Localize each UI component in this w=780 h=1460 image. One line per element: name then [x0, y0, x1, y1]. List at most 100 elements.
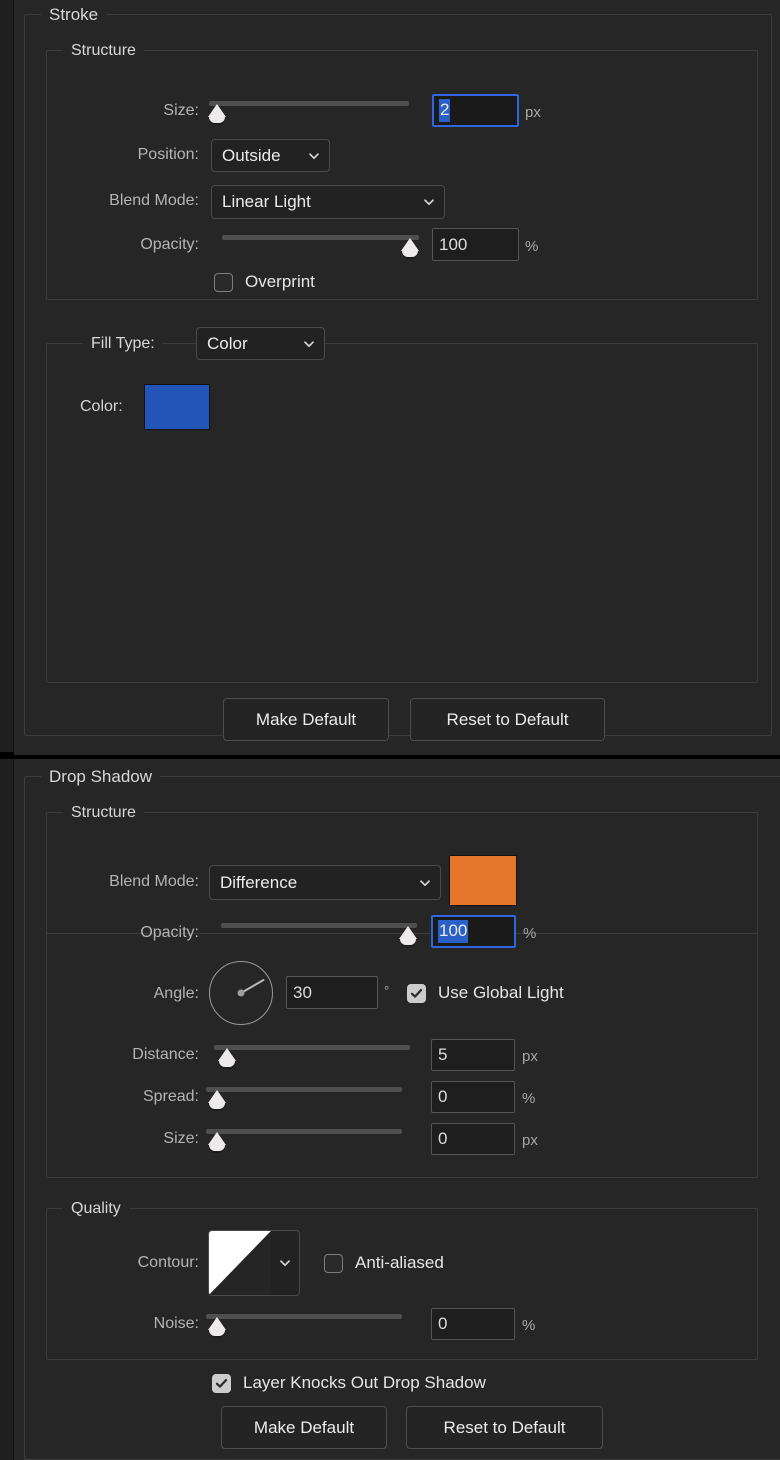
slider-track[interactable]: [206, 1314, 402, 1319]
chevron-down-icon: [418, 876, 432, 890]
stroke-panel: Stroke Structure Size: 2 px Position: Ou…: [14, 0, 780, 755]
ds-spread-input[interactable]: 0: [431, 1081, 515, 1113]
stroke-color-swatch[interactable]: [144, 384, 210, 430]
ds-spread-value: 0: [438, 1087, 448, 1106]
stroke-reset-to-default-button[interactable]: Reset to Default: [410, 698, 605, 741]
ds-opacity-input[interactable]: 100: [431, 915, 516, 948]
ds-blend-mode-value: Difference: [220, 872, 298, 892]
ds-quality-title: Quality: [63, 1198, 129, 1219]
use-global-light-row[interactable]: Use Global Light: [407, 983, 564, 1003]
ds-size-unit: px: [522, 1132, 538, 1149]
chevron-down-icon: [302, 337, 316, 351]
stroke-opacity-value: 100: [439, 234, 468, 254]
ds-distance-value: 5: [438, 1045, 448, 1064]
ds-spread-label: Spread:: [142, 1088, 199, 1105]
stroke-size-value: 2: [439, 99, 451, 122]
stroke-opacity-input[interactable]: 100: [432, 228, 519, 261]
stroke-position-dropdown[interactable]: Outside: [211, 139, 330, 172]
slider-track[interactable]: [209, 101, 409, 106]
stroke-blend-mode-label: Blend Mode:: [109, 192, 199, 209]
contour-preset-dropdown[interactable]: [208, 1230, 300, 1296]
left-gutter-strip: [0, 0, 14, 1460]
slider-track[interactable]: [221, 923, 417, 928]
slider-track[interactable]: [222, 235, 419, 240]
stroke-structure-group: Structure: [46, 40, 758, 300]
ds-noise-slider[interactable]: [206, 1312, 402, 1336]
ds-size-input[interactable]: 0: [431, 1123, 515, 1155]
stroke-color-label: Color:: [80, 398, 123, 415]
ds-distance-label: Distance:: [132, 1046, 199, 1063]
slider-knob[interactable]: [208, 1317, 226, 1336]
stroke-opacity-unit: %: [525, 238, 539, 255]
layer-style-dialog: Stroke Structure Size: 2 px Position: Ou…: [0, 0, 780, 1460]
ds-size-value: 0: [438, 1129, 448, 1148]
fill-type-dropdown[interactable]: Color: [196, 327, 325, 360]
ds-angle-label: Angle:: [153, 985, 199, 1002]
ds-angle-unit: °: [384, 983, 390, 998]
stroke-size-label: Size:: [163, 102, 199, 119]
stroke-opacity-slider[interactable]: [222, 233, 419, 257]
ds-size-label: Size:: [163, 1130, 199, 1147]
anti-aliased-row[interactable]: Anti-aliased: [324, 1253, 444, 1273]
stroke-blend-mode-dropdown[interactable]: Linear Light: [211, 185, 445, 219]
chevron-down-icon[interactable]: [271, 1231, 299, 1295]
fill-type-value: Color: [207, 333, 248, 353]
chevron-down-icon: [422, 195, 436, 209]
anti-aliased-checkbox[interactable]: [324, 1253, 343, 1273]
ds-reset-to-default-button[interactable]: Reset to Default: [406, 1406, 603, 1449]
ds-spread-unit: %: [522, 1090, 536, 1107]
ds-opacity-slider[interactable]: [221, 921, 417, 945]
layer-knocks-out-label: Layer Knocks Out Drop Shadow: [243, 1373, 486, 1392]
slider-track[interactable]: [214, 1045, 410, 1050]
slider-knob[interactable]: [208, 104, 226, 123]
stroke-size-slider[interactable]: [208, 99, 409, 123]
contour-linear-icon: [209, 1231, 271, 1295]
ds-noise-label: Noise:: [153, 1315, 199, 1332]
stroke-position-value: Outside: [222, 145, 281, 165]
use-global-light-label: Use Global Light: [438, 983, 564, 1002]
ds-size-slider[interactable]: [206, 1127, 402, 1151]
stroke-blend-mode-value: Linear Light: [222, 192, 311, 211]
slider-track[interactable]: [206, 1129, 402, 1134]
slider-knob[interactable]: [208, 1090, 226, 1109]
ds-opacity-unit: %: [523, 925, 537, 942]
layer-knocks-out-row[interactable]: Layer Knocks Out Drop Shadow: [212, 1373, 486, 1393]
drop-shadow-group-title: Drop Shadow: [41, 766, 161, 787]
ds-distance-slider[interactable]: [214, 1043, 410, 1067]
ds-distance-input[interactable]: 5: [431, 1039, 515, 1071]
ds-distance-unit: px: [522, 1048, 538, 1065]
slider-track[interactable]: [206, 1087, 402, 1092]
ds-noise-unit: %: [522, 1317, 536, 1334]
stroke-make-default-button[interactable]: Make Default: [223, 698, 389, 741]
use-global-light-checkbox[interactable]: [407, 983, 426, 1003]
fill-type-label: Fill Type:: [83, 333, 163, 354]
ds-make-default-button[interactable]: Make Default: [221, 1406, 387, 1449]
ds-contour-label: Contour:: [137, 1254, 199, 1271]
slider-knob[interactable]: [208, 1132, 226, 1151]
ds-blend-mode-dropdown[interactable]: Difference: [209, 865, 441, 900]
angle-dial[interactable]: [209, 961, 273, 1025]
ds-spread-slider[interactable]: [206, 1085, 402, 1109]
slider-knob[interactable]: [399, 926, 417, 945]
stroke-opacity-label: Opacity:: [140, 236, 199, 253]
chevron-down-icon: [307, 149, 321, 163]
overprint-checkbox[interactable]: [214, 272, 233, 292]
ds-angle-input[interactable]: 30: [286, 976, 378, 1009]
overprint-label: Overprint: [245, 272, 315, 291]
drop-shadow-panel: Drop Shadow Structure Blend Mode: Differ…: [14, 760, 780, 1460]
ds-opacity-label: Opacity:: [140, 924, 199, 941]
ds-noise-input[interactable]: 0: [431, 1308, 515, 1340]
stroke-structure-title: Structure: [63, 40, 144, 61]
layer-knocks-out-checkbox[interactable]: [212, 1373, 231, 1393]
stroke-size-input[interactable]: 2: [432, 94, 519, 127]
ds-opacity-value: 100: [438, 920, 469, 943]
anti-aliased-label: Anti-aliased: [355, 1253, 444, 1272]
ds-blend-mode-label: Blend Mode:: [109, 873, 199, 890]
ds-noise-value: 0: [438, 1314, 448, 1333]
ds-shadow-color-swatch[interactable]: [449, 855, 517, 906]
ds-angle-value: 30: [293, 982, 312, 1002]
slider-knob[interactable]: [401, 238, 419, 257]
slider-knob[interactable]: [218, 1048, 236, 1067]
overprint-checkbox-row[interactable]: Overprint: [214, 272, 315, 292]
stroke-group-title: Stroke: [41, 4, 107, 25]
